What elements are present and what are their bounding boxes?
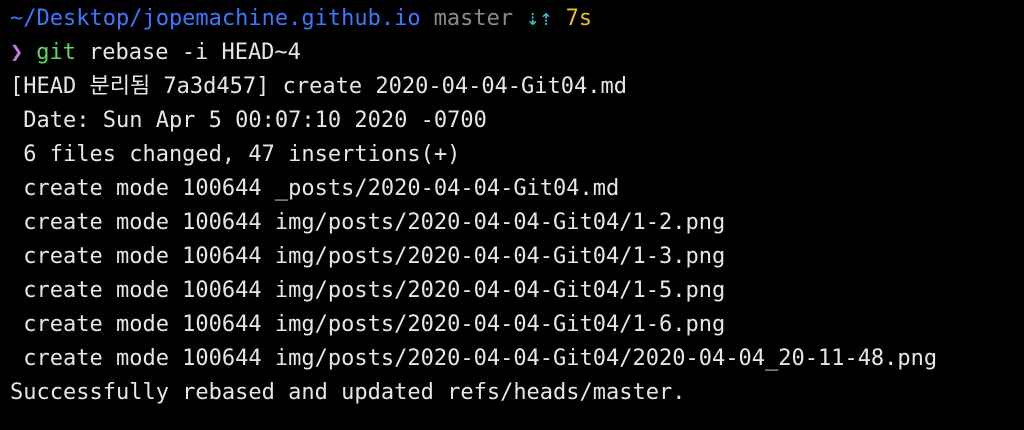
prompt-path: ~/Desktop/jopemachine.github.io xyxy=(10,6,421,31)
git-branch: master xyxy=(433,6,514,31)
terminal-window[interactable]: ~/Desktop/jopemachine.github.io master ⇣⇡ 7… xyxy=(0,0,1024,430)
output-line: Successfully rebased and updated refs/he… xyxy=(10,380,686,405)
sync-arrows-icon: ⇣⇡ xyxy=(526,6,553,31)
output-line: create mode 100644 img/posts/2020-04-04-… xyxy=(10,312,726,337)
output-line: [HEAD 분리됨 7a3d457] create 2020-04-04-Git… xyxy=(10,74,628,99)
output-line: Date: Sun Apr 5 00:07:10 2020 -0700 xyxy=(10,108,487,133)
command-line: ❯ git rebase -i HEAD~4 xyxy=(10,36,1024,70)
prompt-line: ~/Desktop/jopemachine.github.io master ⇣⇡ 7… xyxy=(10,2,1024,36)
output-line: create mode 100644 img/posts/2020-04-04-… xyxy=(10,346,938,371)
output-line: create mode 100644 img/posts/2020-04-04-… xyxy=(10,278,726,303)
elapsed-time: 7s xyxy=(565,6,593,31)
output-line: create mode 100644 _posts/2020-04-04-Git… xyxy=(10,176,620,201)
output-line: create mode 100644 img/posts/2020-04-04-… xyxy=(10,210,726,235)
output-line: 6 files changed, 47 insertions(+) xyxy=(10,142,461,167)
output-line: create mode 100644 img/posts/2020-04-04-… xyxy=(10,244,726,269)
prompt-chevron-icon: ❯ xyxy=(10,40,24,65)
command-name: git xyxy=(36,40,76,65)
command-args: rebase -i HEAD~4 xyxy=(89,40,301,65)
